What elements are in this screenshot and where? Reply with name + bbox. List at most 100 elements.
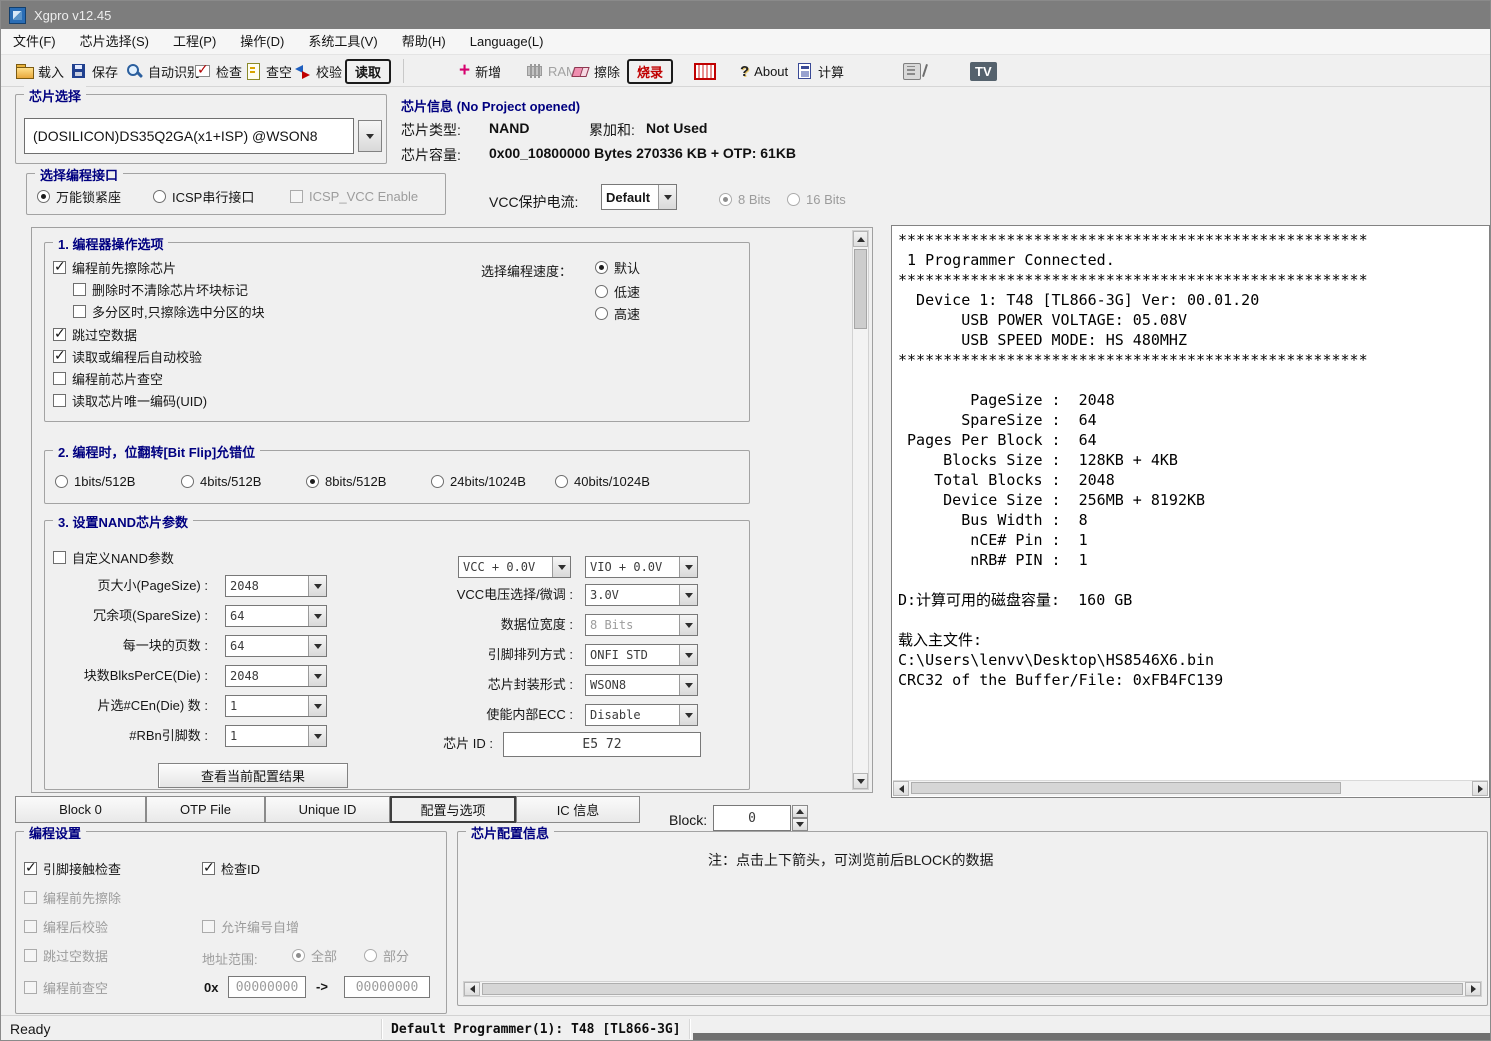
about-button[interactable]: ? About <box>737 58 791 84</box>
bitflip-1bits-radio[interactable]: 1bits/512B <box>55 473 135 490</box>
block-number-input[interactable]: 0 <box>713 805 791 831</box>
blank-check-before-label: 编程前查空 <box>43 978 108 997</box>
scrollbar-thumb[interactable] <box>482 983 1463 995</box>
blank-check-button[interactable]: 查空 <box>241 58 295 84</box>
blocks-per-ce-combo[interactable]: 2048 <box>225 665 327 687</box>
menu-system-tools[interactable]: 系统工具(V) <box>296 29 389 55</box>
burn-button[interactable]: 烧录 <box>627 59 673 84</box>
calculator-button[interactable]: 计算 <box>793 58 847 84</box>
menu-operation[interactable]: 操作(D) <box>228 29 296 55</box>
pin-contact-check[interactable]: 引脚接触检查 <box>24 860 121 877</box>
bitflip-4bits-radio[interactable]: 4bits/512B <box>181 473 261 490</box>
option-label: 编程前芯片查空 <box>72 369 163 388</box>
tab-otp-file[interactable]: OTP File <box>146 796 265 823</box>
read-button[interactable]: 读取 <box>345 59 391 84</box>
verify-button[interactable]: 校验 <box>291 58 345 84</box>
view-config-button[interactable]: 查看当前配置结果 <box>158 763 348 788</box>
pin-layout-combo[interactable]: ONFI STD <box>585 644 698 666</box>
checksum-label: 累加和: <box>589 120 635 140</box>
scroll-right-button[interactable] <box>1465 982 1481 996</box>
speed-default-radio[interactable]: 默认 <box>595 259 640 276</box>
chip-test-button[interactable] <box>689 58 721 84</box>
option-read-uid[interactable]: 读取芯片唯一编码(UID) <box>53 392 207 409</box>
block-spin-up-button[interactable] <box>792 805 808 818</box>
package-combo[interactable]: WSON8 <box>585 674 698 696</box>
menu-project[interactable]: 工程(P) <box>161 29 228 55</box>
tab-block0[interactable]: Block 0 <box>15 796 146 823</box>
vcc-voltage-combo[interactable]: 3.0V <box>585 584 698 606</box>
custom-nand-checkbox[interactable]: 自定义NAND参数 <box>53 549 174 566</box>
scrollbar-thumb[interactable] <box>911 782 1341 794</box>
menu-help[interactable]: 帮助(H) <box>390 29 458 55</box>
save-button[interactable]: 保存 <box>67 58 121 84</box>
rbn-count-combo[interactable]: 1 <box>225 725 327 747</box>
plus-icon: + <box>459 63 470 79</box>
scroll-down-button[interactable] <box>853 773 868 789</box>
option-erase-selected-partition[interactable]: 多分区时,只擦除选中分区的块 <box>73 303 265 320</box>
checkbox <box>24 920 37 933</box>
save-label: 保存 <box>92 62 118 81</box>
icsp-radio[interactable]: ICSP串行接口 <box>153 188 254 205</box>
option-blank-check-before[interactable]: 编程前芯片查空 <box>53 370 163 387</box>
socket-button[interactable] <box>899 58 931 84</box>
tv-button[interactable]: TV <box>967 58 1000 84</box>
scroll-right-button[interactable] <box>1472 781 1488 796</box>
chevron-down-icon <box>308 696 326 716</box>
speed-option-label: 默认 <box>614 258 640 277</box>
erase-before-option: 编程前先擦除 <box>24 889 121 906</box>
chevron-down-icon <box>679 585 697 605</box>
vio-offset-combo[interactable]: VIO + 0.0V <box>585 556 698 578</box>
rbn-count-value: 1 <box>226 726 308 746</box>
tab-unique-id[interactable]: Unique ID <box>265 796 390 823</box>
option-skip-blank[interactable]: 跳过空数据 <box>53 326 137 343</box>
load-button[interactable]: 载入 <box>13 58 67 84</box>
section2-title: 2. 编程时，位翻转[Bit Flip]允错位 <box>53 442 260 461</box>
tab-ic-info[interactable]: IC 信息 <box>516 796 640 823</box>
chip-id-field[interactable]: E5 72 <box>503 732 701 757</box>
check-button[interactable]: 检查 <box>191 58 245 84</box>
checkbox <box>53 261 66 274</box>
option-erase-before-program[interactable]: 编程前先擦除芯片 <box>53 259 176 276</box>
bits8-label: 8 Bits <box>738 192 771 207</box>
section1-title: 1. 编程器操作选项 <box>53 234 168 253</box>
app-window: Xgpro v12.45 文件(F) 芯片选择(S) 工程(P) 操作(D) 系… <box>0 0 1491 1041</box>
sparesize-combo[interactable]: 64 <box>225 605 327 627</box>
serial-increment-option: 允许编号自增 <box>202 918 299 935</box>
pages-per-block-value: 64 <box>226 636 308 656</box>
add-new-button[interactable]: + 新增 <box>456 58 504 84</box>
socket-radio[interactable]: 万能锁紧座 <box>37 188 121 205</box>
config-horizontal-scrollbar[interactable] <box>463 981 1482 997</box>
tab-config-options[interactable]: 配置与选项 <box>390 796 516 823</box>
options-panel: 1. 编程器操作选项 编程前先擦除芯片 删除时不清除芯片坏块标记 多分区时,只擦… <box>31 227 873 793</box>
pages-per-block-combo[interactable]: 64 <box>225 635 327 657</box>
ce-count-combo[interactable]: 1 <box>225 695 327 717</box>
pagesize-combo[interactable]: 2048 <box>225 575 327 597</box>
option-auto-verify[interactable]: 读取或编程后自动校验 <box>53 348 202 365</box>
chevron-down-icon <box>679 615 697 635</box>
option-keep-badblock-marks[interactable]: 删除时不清除芯片坏块标记 <box>73 281 248 298</box>
log-horizontal-scrollbar[interactable] <box>893 780 1488 796</box>
vertical-scrollbar[interactable] <box>852 230 869 790</box>
menu-file[interactable]: 文件(F) <box>1 29 68 55</box>
scroll-up-button[interactable] <box>853 231 868 247</box>
chip-select-combo[interactable]: (DOSILICON)DS35Q2GA(x1+ISP) @WSON8 <box>24 118 354 154</box>
erase-button[interactable]: 擦除 <box>569 58 623 84</box>
bitflip-24bits-radio[interactable]: 24bits/1024B <box>431 473 526 490</box>
scroll-left-button[interactable] <box>464 982 480 996</box>
speed-low-radio[interactable]: 低速 <box>595 283 640 300</box>
checkbox <box>202 920 215 933</box>
sparesize-label: 冗余项(SpareSize) : <box>45 605 208 627</box>
speed-high-radio[interactable]: 高速 <box>595 305 640 322</box>
chip-select-dropdown-button[interactable] <box>358 120 382 152</box>
scrollbar-thumb[interactable] <box>854 249 867 329</box>
internal-ecc-combo[interactable]: Disable <box>585 704 698 726</box>
bitflip-8bits-radio[interactable]: 8bits/512B <box>306 473 386 490</box>
vcc-offset-combo[interactable]: VCC + 0.0V <box>458 556 571 578</box>
menu-language[interactable]: Language(L) <box>458 29 556 55</box>
menu-chip-select[interactable]: 芯片选择(S) <box>68 29 161 55</box>
block-spin-down-button[interactable] <box>792 818 808 831</box>
bitflip-40bits-radio[interactable]: 40bits/1024B <box>555 473 650 490</box>
scroll-left-button[interactable] <box>893 781 909 796</box>
vcc-protect-combo[interactable]: Default <box>601 184 677 210</box>
check-id-option[interactable]: 检查ID <box>202 860 260 877</box>
